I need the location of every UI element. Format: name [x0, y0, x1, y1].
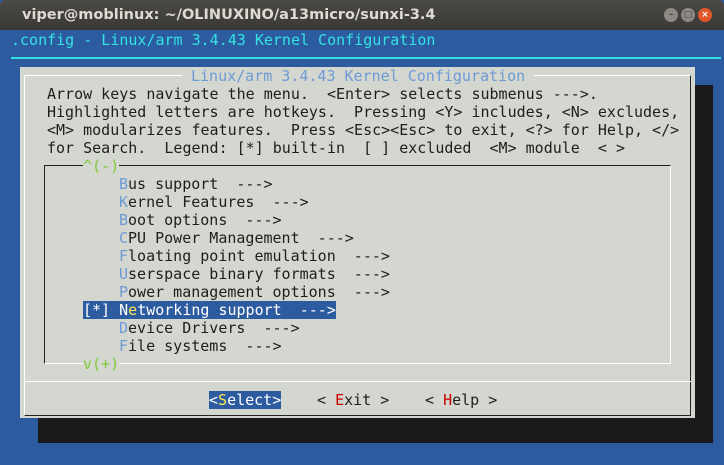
help-text-line: Arrow keys navigate the menu. <Enter> se… [47, 85, 598, 103]
menu-item-label: ile systems ---> [128, 337, 282, 355]
menu-item[interactable]: File systems ---> [119, 337, 282, 355]
menu-item-label: evice Drivers ---> [128, 319, 300, 337]
header-title: .config - Linux/arm 3.4.43 Kernel Config… [11, 31, 436, 49]
menu-item-label: ower management options ---> [128, 283, 390, 301]
menu-item-hotkey: B [119, 175, 129, 193]
menu-item-hotkey: U [119, 265, 129, 283]
header-divider [11, 57, 721, 59]
menu-item-label: Networking support ---> [119, 301, 336, 319]
scroll-up-indicator: ^(-) [83, 157, 120, 175]
menu-item[interactable]: [*] Networking support ---> [83, 301, 336, 319]
menu-item-label: loating point emulation ---> [128, 247, 390, 265]
menu-item[interactable]: Bus support ---> [119, 175, 273, 193]
help-text-line: <M> modularizes features. Press <Esc><Es… [47, 121, 680, 139]
menu-item-hotkey: C [119, 229, 129, 247]
menu-item-hotkey: F [119, 337, 129, 355]
select-hotkey: S [218, 391, 228, 409]
menu-item[interactable]: Device Drivers ---> [119, 319, 300, 337]
menu-item[interactable]: Kernel Features ---> [119, 193, 309, 211]
help-hotkey: H [443, 391, 453, 409]
menu-item-hotkey: F [119, 247, 129, 265]
exit-hotkey: E [335, 391, 345, 409]
exit-button[interactable]: < Exit > [317, 391, 389, 409]
dialog-title: Linux/arm 3.4.43 Kernel Configuration [182, 67, 535, 85]
menu-item-hotkey: B [119, 211, 129, 229]
menu-item-label: us support ---> [128, 175, 273, 193]
menu-item[interactable]: Floating point emulation ---> [119, 247, 390, 265]
menu-item-checkbox[interactable]: [*] [83, 301, 120, 319]
menu-item[interactable]: Power management options ---> [119, 283, 390, 301]
help-open: < [425, 391, 444, 409]
exit-open: < [317, 391, 336, 409]
menu-item[interactable]: Userspace binary formats ---> [119, 265, 390, 283]
select-rest: elect> [227, 391, 282, 409]
menu-item-hotkey: P [119, 283, 129, 301]
menu-item-label: ernel Features ---> [128, 193, 309, 211]
maximize-button[interactable]: □ [681, 8, 695, 22]
menu-item-label-part: tworking support ---> [137, 301, 336, 319]
menu-item-label-part: e [128, 301, 138, 319]
menu-item[interactable]: Boot options ---> [119, 211, 282, 229]
menu-item-hotkey: K [119, 193, 129, 211]
close-button[interactable]: × [698, 8, 712, 22]
scroll-down-indicator: v(+) [83, 355, 120, 373]
select-button[interactable]: <Select> [209, 391, 282, 409]
button-divider [24, 381, 691, 382]
window-title: viper@moblinux: ~/OLINUXINO/a13micro/sun… [22, 7, 436, 23]
exit-rest: xit > [344, 391, 390, 409]
minimize-button[interactable]: – [664, 8, 678, 22]
help-text-line: for Search. Legend: [*] built-in [ ] exc… [47, 139, 625, 157]
help-rest: elp > [452, 391, 498, 409]
menu-item-label: PU Power Management ---> [128, 229, 354, 247]
menu-item-label: oot options ---> [128, 211, 282, 229]
menu-item-label: serspace binary formats ---> [128, 265, 390, 283]
menu-item-label-part: N [119, 301, 129, 319]
menu-item-hotkey: D [119, 319, 129, 337]
select-open: < [209, 391, 219, 409]
help-button[interactable]: < Help > [425, 391, 497, 409]
help-text-line: Highlighted letters are hotkeys. Pressin… [47, 103, 680, 121]
menu-item[interactable]: CPU Power Management ---> [119, 229, 354, 247]
window-titlebar: viper@moblinux: ~/OLINUXINO/a13micro/sun… [0, 0, 724, 30]
